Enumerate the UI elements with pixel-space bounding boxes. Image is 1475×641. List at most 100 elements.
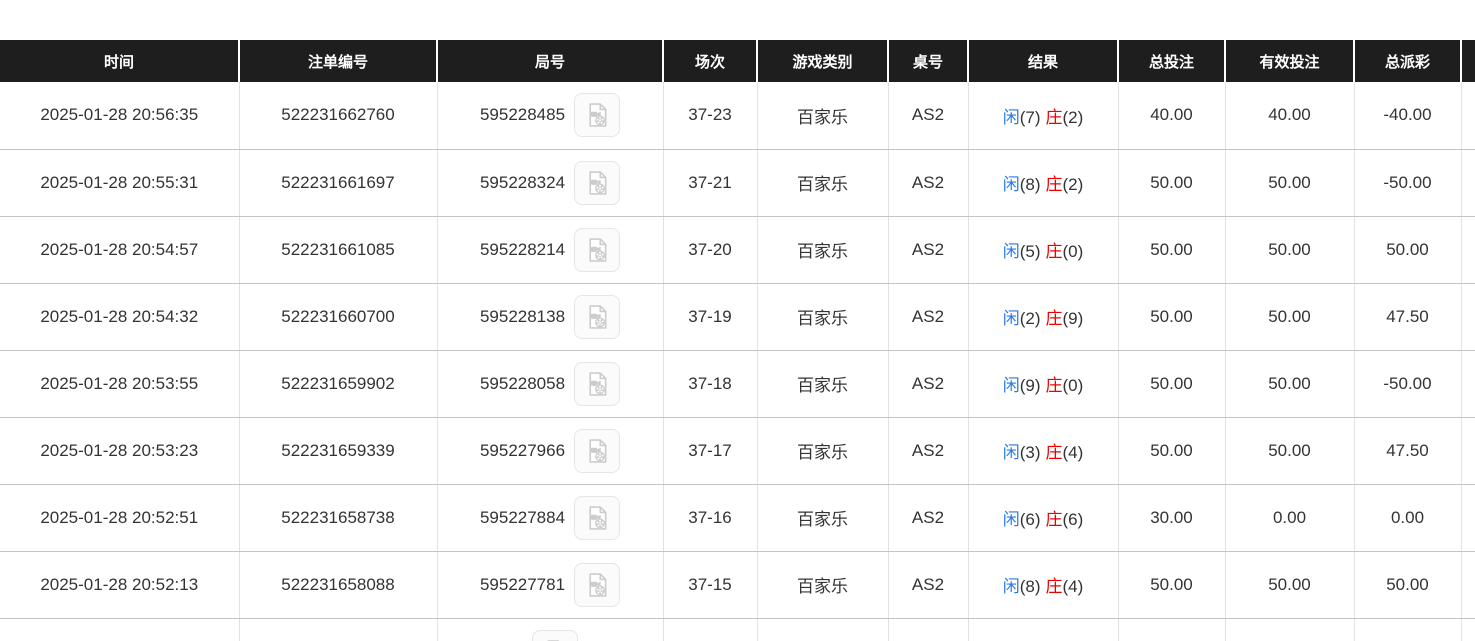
result-banker-points: (4) xyxy=(1063,577,1084,596)
table-row: 2025-01-28 20:52:13 522231658088 5952277… xyxy=(0,551,1475,618)
header-cell-result: 结果 xyxy=(968,40,1118,82)
video-replay-button[interactable] xyxy=(574,228,620,272)
cell-session: 37-20 xyxy=(663,216,757,283)
cell-table-number: AS2 xyxy=(888,417,968,484)
cell-result: 闲(9)庄(0) xyxy=(968,350,1118,417)
cell-extra xyxy=(1461,283,1475,350)
cell-time: 2025-01-28 20:56:35 xyxy=(0,82,239,149)
video-replay-button[interactable] xyxy=(574,161,620,205)
cell-round-number: 595227781 xyxy=(437,551,663,618)
table-row: 2025-01-28 20:55:31 522231661697 5952283… xyxy=(0,149,1475,216)
cell-session: 37-17 xyxy=(663,417,757,484)
cell-extra xyxy=(1461,216,1475,283)
result-banker-label: 庄 xyxy=(1046,510,1063,529)
result-player-points: (8) xyxy=(1020,175,1041,194)
result-banker-label: 庄 xyxy=(1046,376,1063,395)
cell-time: 2025-01-28 20:52:13 xyxy=(0,551,239,618)
result-player-points: (3) xyxy=(1020,443,1041,462)
cell-table-number xyxy=(888,618,968,641)
cell-game-type: 百家乐 xyxy=(757,216,888,283)
cell-valid-bet: 0.00 xyxy=(1225,484,1354,551)
result-player-points: (5) xyxy=(1020,242,1041,261)
header-cell-time: 时间 xyxy=(0,40,239,82)
cell-session: 37-23 xyxy=(663,82,757,149)
result-player-label: 闲 xyxy=(1003,577,1020,596)
result-player-label: 闲 xyxy=(1003,175,1020,194)
cell-total-payout: 50.00 xyxy=(1354,216,1461,283)
result-player-label: 闲 xyxy=(1003,108,1020,127)
cell-bet-number: 522231658088 xyxy=(239,551,437,618)
cell-time: 2025-01-28 20:55:31 xyxy=(0,149,239,216)
result-player-points: (8) xyxy=(1020,577,1041,596)
cell-round-number: 595228485 xyxy=(437,82,663,149)
cell-session: 37-19 xyxy=(663,283,757,350)
video-file-icon xyxy=(583,169,611,197)
cell-bet-number: 522231658738 xyxy=(239,484,437,551)
video-replay-button[interactable] xyxy=(574,563,620,607)
cell-total-payout: -50.00 xyxy=(1354,149,1461,216)
result-banker-points: (2) xyxy=(1063,175,1084,194)
cell-valid-bet: 50.00 xyxy=(1225,149,1354,216)
result-player-label: 闲 xyxy=(1003,309,1020,328)
cell-extra xyxy=(1461,551,1475,618)
video-replay-button[interactable] xyxy=(574,93,620,137)
round-number-text: 595228058 xyxy=(480,374,565,394)
table-row: 2025-01-28 20:56:35 522231662760 5952284… xyxy=(0,82,1475,149)
result-player-points: (6) xyxy=(1020,510,1041,529)
video-replay-button[interactable] xyxy=(532,630,578,641)
result-banker-label: 庄 xyxy=(1046,309,1063,328)
result-banker-points: (9) xyxy=(1063,309,1084,328)
cell-valid-bet: 40.00 xyxy=(1225,82,1354,149)
cell-game-type: 百家乐 xyxy=(757,484,888,551)
cell-table-number: AS2 xyxy=(888,551,968,618)
result-banker-label: 庄 xyxy=(1046,175,1063,194)
cell-total-payout: 47.50 xyxy=(1354,417,1461,484)
cell-total-bet: 40.00 xyxy=(1118,82,1225,149)
result-banker-label: 庄 xyxy=(1046,443,1063,462)
result-banker-points: (4) xyxy=(1063,443,1084,462)
video-file-icon xyxy=(583,101,611,129)
cell-round-number: 595228138 xyxy=(437,283,663,350)
cell-total-bet: 50.00 xyxy=(1118,283,1225,350)
cell-game-type: 百家乐 xyxy=(757,82,888,149)
cell-extra xyxy=(1461,618,1475,641)
video-replay-button[interactable] xyxy=(574,362,620,406)
header-cell-table_no: 桌号 xyxy=(888,40,968,82)
cell-game-type: 百家乐 xyxy=(757,551,888,618)
cell-time xyxy=(0,618,239,641)
table-row: 2025-01-28 20:52:51 522231658738 5952278… xyxy=(0,484,1475,551)
cell-game-type: 百家乐 xyxy=(757,149,888,216)
cell-table-number: AS2 xyxy=(888,484,968,551)
cell-session: 37-21 xyxy=(663,149,757,216)
cell-total-bet: 50.00 xyxy=(1118,350,1225,417)
cell-extra xyxy=(1461,417,1475,484)
cell-session: 37-15 xyxy=(663,551,757,618)
header-cell-valid_bet: 有效投注 xyxy=(1225,40,1354,82)
cell-result: 闲(6)庄(6) xyxy=(968,484,1118,551)
cell-game-type: 百家乐 xyxy=(757,350,888,417)
round-number-text: 595227884 xyxy=(480,508,565,528)
cell-total-payout: 50.00 xyxy=(1354,551,1461,618)
cell-bet-number: 522231659339 xyxy=(239,417,437,484)
cell-time: 2025-01-28 20:54:57 xyxy=(0,216,239,283)
cell-valid-bet: 50.00 xyxy=(1225,216,1354,283)
cell-total-payout: 47.50 xyxy=(1354,283,1461,350)
cell-bet-number xyxy=(239,618,437,641)
video-replay-button[interactable] xyxy=(574,496,620,540)
video-replay-button[interactable] xyxy=(574,429,620,473)
video-file-icon xyxy=(583,504,611,532)
cell-total-bet: 30.00 xyxy=(1118,484,1225,551)
cell-total-bet xyxy=(1118,618,1225,641)
result-player-label: 闲 xyxy=(1003,443,1020,462)
video-replay-button[interactable] xyxy=(574,295,620,339)
header-cell-game_type: 游戏类别 xyxy=(757,40,888,82)
cell-round-number xyxy=(437,618,663,641)
cell-bet-number: 522231662760 xyxy=(239,82,437,149)
result-banker-points: (0) xyxy=(1063,376,1084,395)
cell-total-payout: -40.00 xyxy=(1354,82,1461,149)
cell-total-bet: 50.00 xyxy=(1118,551,1225,618)
video-file-icon xyxy=(583,370,611,398)
cell-result: 闲(5)庄(0) xyxy=(968,216,1118,283)
round-number-text: 595228214 xyxy=(480,240,565,260)
round-number-text: 595228485 xyxy=(480,105,565,125)
